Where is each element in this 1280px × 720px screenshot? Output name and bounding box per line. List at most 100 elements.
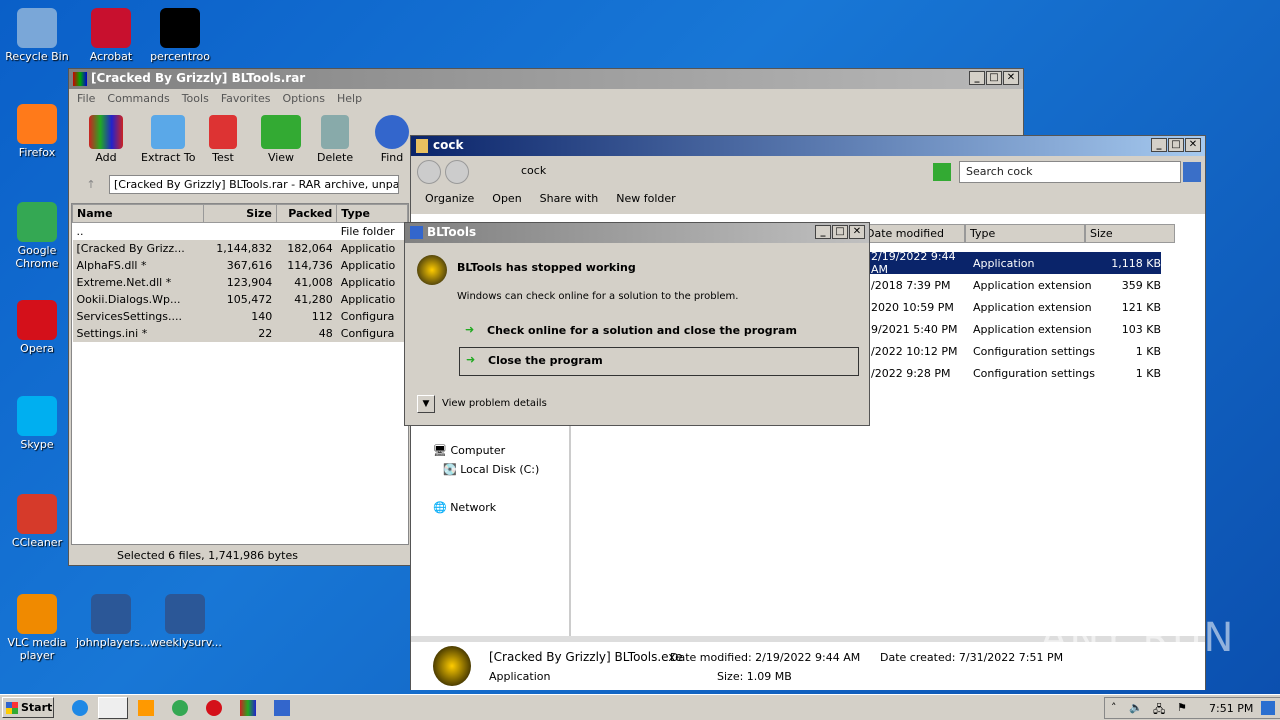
cell — [276, 223, 337, 240]
add-button[interactable]: Add — [89, 115, 123, 164]
network-icon[interactable]: 🖧 — [1153, 701, 1165, 720]
cell: 48 — [318, 326, 333, 340]
date-cell: /2022 10:12 PM — [871, 344, 958, 358]
organize-button[interactable]: Organize — [425, 192, 474, 205]
table-row[interactable]: Settings.ini * 22 48 Configura — [72, 324, 408, 342]
desktop-icon-weeklysurv-[interactable]: weeklysurv... — [150, 594, 222, 649]
minimize-button[interactable]: _ — [815, 225, 831, 239]
desktop-icon-google-chrome[interactable]: Google Chrome — [2, 202, 72, 270]
search-input[interactable]: Search cock — [959, 161, 1181, 183]
desktop-icon-skype[interactable]: Skype — [2, 396, 72, 451]
maximize-button[interactable]: □ — [832, 225, 848, 239]
menu-file[interactable]: File — [77, 92, 95, 105]
menu-favorites[interactable]: Favorites — [221, 92, 271, 105]
delete-button[interactable]: Delete — [317, 115, 353, 164]
list-item[interactable]: 2/19/2022 9:44 AM Application 1,118 KB — [861, 250, 1161, 276]
test-button[interactable]: Test — [209, 115, 237, 164]
desktop-icon-ccleaner[interactable]: CCleaner — [2, 494, 72, 549]
start-button[interactable]: Start — [2, 697, 54, 718]
table-row[interactable]: ServicesSettings.... 140 112 Configura — [72, 307, 408, 325]
search-icon[interactable] — [1183, 162, 1201, 182]
close-button[interactable]: ✕ — [1003, 71, 1019, 85]
desktop-icon-johnplayers-[interactable]: johnplayers... — [76, 594, 151, 649]
share-with-button[interactable]: Share with — [540, 192, 599, 205]
dialog-titlebar[interactable]: BLTools _ □ ✕ — [405, 223, 869, 243]
desktop-icon-firefox[interactable]: Firefox — [2, 104, 72, 159]
col-packed[interactable]: Packed — [275, 204, 338, 223]
bltools-app-icon — [417, 255, 447, 285]
icon-label: Opera — [20, 342, 54, 355]
desktop-icon-vlc-media-player[interactable]: VLC media player — [2, 594, 72, 662]
flag-icon[interactable]: ⚑ — [1177, 701, 1187, 714]
archive-path[interactable]: [Cracked By Grizzly] BLTools.rar - RAR a… — [109, 174, 399, 194]
maximize-button[interactable]: □ — [1168, 138, 1184, 152]
system-tray: ˄ 🔈 🖧 ⚑ 7:51 PM — [1104, 697, 1280, 719]
minimize-button[interactable]: _ — [969, 71, 985, 85]
list-item[interactable]: /2018 7:39 PM Application extension 359 KB — [861, 274, 1161, 296]
opera-icon[interactable] — [206, 700, 222, 716]
navigation-pane: 🖥 Computer 💽 Local Disk (C:) 🌐 Network — [411, 414, 571, 636]
view-problem-details[interactable]: View problem details — [442, 398, 547, 409]
menu-options[interactable]: Options — [283, 92, 325, 105]
nav-local-disk[interactable]: 💽 Local Disk (C:) — [443, 463, 539, 476]
col-size[interactable]: Size — [1085, 224, 1175, 243]
menu-help[interactable]: Help — [337, 92, 362, 105]
winrar-titlebar[interactable]: [Cracked By Grizzly] BLTools.rar _ □ ✕ — [69, 69, 1023, 89]
minimize-button[interactable]: _ — [1151, 138, 1167, 152]
desktop-icon-opera[interactable]: Opera — [2, 300, 72, 355]
list-item[interactable]: 2020 10:59 PM Application extension 121 KB — [861, 296, 1161, 318]
close-program-option[interactable]: ➜ Close the program — [459, 347, 859, 376]
watermark: ANY RUN — [1040, 615, 1236, 661]
app-icon — [17, 300, 57, 340]
speaker-icon[interactable]: 🔈 — [1129, 701, 1143, 714]
address-field[interactable]: cock — [485, 161, 929, 183]
menu-tools[interactable]: Tools — [182, 92, 209, 105]
clock[interactable]: 7:51 PM — [1209, 702, 1253, 715]
list-item[interactable]: 9/2021 5:40 PM Application extension 103 K… — [861, 318, 1161, 340]
col-type[interactable]: Type — [336, 204, 408, 223]
col-name[interactable]: Name — [71, 204, 205, 223]
find-button[interactable]: Find — [375, 115, 409, 164]
nav-network[interactable]: 🌐 Network — [433, 501, 496, 514]
extract-to-button[interactable]: Extract To — [141, 115, 195, 164]
forward-button[interactable] — [445, 160, 469, 184]
chrome-icon[interactable] — [172, 700, 188, 716]
nav-computer[interactable]: 🖥 Computer — [433, 444, 505, 457]
open-button[interactable]: Open — [492, 192, 521, 205]
chevron-up-icon[interactable]: ˄ — [1111, 701, 1117, 714]
view-button[interactable]: View — [261, 115, 301, 164]
close-button[interactable]: ✕ — [1185, 138, 1201, 152]
up-arrow-icon[interactable]: ↑ — [73, 178, 109, 191]
explorer-titlebar[interactable]: cock _ □ ✕ — [411, 136, 1205, 156]
table-row[interactable]: [Cracked By Grizz... 1,144,832 182,064 Appl… — [72, 239, 408, 257]
desktop-icon-acrobat[interactable]: Acrobat — [76, 8, 146, 63]
desktop-icon-percentroo[interactable]: percentroo — [145, 8, 215, 63]
show-desktop-icon[interactable] — [1261, 701, 1275, 715]
refresh-icon[interactable] — [933, 163, 951, 181]
list-item[interactable]: /2022 10:12 PM Configuration settings 1 KB — [861, 340, 1161, 362]
expand-details-button[interactable]: ▼ — [417, 395, 435, 413]
back-button[interactable] — [417, 160, 441, 184]
check-online-option[interactable]: ➜ Check online for a solution and close t… — [459, 319, 859, 345]
col-size[interactable]: Size — [203, 204, 277, 223]
col-type[interactable]: Type — [965, 224, 1085, 243]
table-row[interactable]: Extreme.Net.dll * 123,904 41,008 Applicatio — [72, 273, 408, 291]
cell: Applicatio — [340, 275, 396, 289]
bltools-taskbar-icon[interactable] — [274, 700, 290, 716]
new-folder-button[interactable]: New folder — [616, 192, 675, 205]
ie-icon[interactable] — [72, 700, 88, 716]
table-row[interactable]: Ookii.Dialogs.Wp... 105,472 41,280 Applicat… — [72, 290, 408, 308]
maximize-button[interactable]: □ — [986, 71, 1002, 85]
media-player-icon[interactable] — [138, 700, 154, 716]
table-row[interactable]: .. File folder — [73, 223, 408, 240]
menu-commands[interactable]: Commands — [107, 92, 169, 105]
explorer-taskbar-icon[interactable] — [98, 697, 128, 719]
list-item[interactable]: /2022 9:28 PM Configuration settings 1 KB — [861, 362, 1161, 384]
file-list: Name Size Packed Type.. File folder [Cracked … — [71, 203, 409, 545]
close-button[interactable]: ✕ — [849, 225, 865, 239]
col-date-modified[interactable]: Date modified — [861, 224, 965, 243]
table-row[interactable]: AlphaFS.dll * 367,616 114,736 Applicatio — [72, 256, 408, 274]
desktop-icon-recycle-bin[interactable]: Recycle Bin — [2, 8, 72, 63]
cell: 105,472 — [226, 292, 273, 306]
winrar-taskbar-icon[interactable] — [240, 700, 256, 716]
